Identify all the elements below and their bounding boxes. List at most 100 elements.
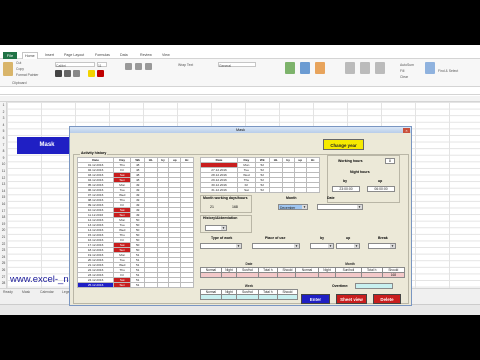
table-cell[interactable] bbox=[144, 282, 158, 288]
row-number[interactable]: 24 bbox=[0, 254, 7, 261]
history-table-left[interactable]: Date Day Wk HL by up Hr. 01.12.2016 Thu 48 02.12.2… bbox=[76, 157, 194, 288]
font-color-icon[interactable] bbox=[97, 70, 104, 77]
file-tab[interactable]: File bbox=[3, 52, 17, 59]
row-number[interactable]: 5 bbox=[0, 128, 7, 135]
row-number[interactable]: 27 bbox=[0, 274, 7, 281]
row-number[interactable]: 20 bbox=[0, 227, 7, 234]
type-of-work-select[interactable]: ▼ bbox=[200, 243, 242, 249]
by-select[interactable]: ▼ bbox=[310, 243, 334, 249]
table-cell[interactable] bbox=[293, 187, 307, 193]
align-bottom-icon[interactable] bbox=[145, 63, 152, 70]
align-middle-icon[interactable] bbox=[135, 63, 142, 70]
history-table-right[interactable]: Date Day Wk HL by up Hr. Mon 52 27.12.2016 Tue 52 28… bbox=[199, 157, 321, 193]
night-by-field[interactable]: 23:00:00 bbox=[332, 186, 360, 192]
sheet-tab-mask[interactable]: Mask bbox=[22, 290, 30, 294]
fill-color-icon[interactable] bbox=[88, 70, 95, 77]
history-abbreviation-select[interactable]: ▼ bbox=[205, 225, 227, 231]
wrap-text-button[interactable]: Wrap Text bbox=[178, 63, 193, 67]
align-top-icon[interactable] bbox=[125, 63, 132, 70]
row-number[interactable]: 1 bbox=[0, 102, 7, 109]
tab-insert[interactable]: Insert bbox=[45, 52, 54, 59]
find-select-button[interactable]: Find & Select bbox=[438, 69, 458, 73]
working-hours-field[interactable]: 8 bbox=[385, 158, 395, 164]
table-cell[interactable]: 51 bbox=[130, 282, 146, 288]
autosum-button[interactable]: AutoSum bbox=[400, 63, 414, 67]
enter-button[interactable]: Enter bbox=[301, 294, 330, 304]
row-number[interactable]: 21 bbox=[0, 234, 7, 241]
row-number[interactable]: 7 bbox=[0, 142, 7, 149]
row-number[interactable]: 25 bbox=[0, 260, 7, 267]
table-cell[interactable] bbox=[180, 282, 194, 288]
row-number[interactable]: 9 bbox=[0, 155, 7, 162]
delete-cells-icon[interactable] bbox=[360, 62, 370, 74]
tab-page-layout[interactable]: Page Layout bbox=[64, 52, 84, 59]
row-number[interactable]: 12 bbox=[0, 175, 7, 182]
row-number[interactable]: 6 bbox=[0, 135, 7, 142]
tab-data[interactable]: Data bbox=[120, 52, 128, 59]
table-cell[interactable] bbox=[305, 187, 321, 193]
table-cell[interactable]: 25.12.2016 bbox=[76, 282, 115, 288]
row-number[interactable]: 8 bbox=[0, 148, 7, 155]
row-number[interactable]: 28 bbox=[0, 280, 7, 287]
row-number[interactable]: 22 bbox=[0, 241, 7, 248]
up-select[interactable]: ▼ bbox=[336, 243, 360, 249]
font-size-box[interactable]: 11 bbox=[97, 62, 107, 68]
sheet-tab-calendar[interactable]: Calendar bbox=[40, 290, 54, 294]
paste-icon[interactable] bbox=[3, 62, 13, 76]
bold-icon[interactable] bbox=[55, 70, 62, 77]
tab-home[interactable]: Home bbox=[22, 52, 38, 59]
cut-button[interactable]: Cut bbox=[16, 61, 21, 65]
row-number[interactable]: 23 bbox=[0, 247, 7, 254]
row-number[interactable]: 15 bbox=[0, 194, 7, 201]
tab-view[interactable]: View bbox=[162, 52, 170, 59]
formula-bar[interactable] bbox=[0, 88, 480, 95]
format-cells-icon[interactable] bbox=[375, 62, 385, 74]
insert-cells-icon[interactable] bbox=[345, 62, 355, 74]
tab-review[interactable]: Review bbox=[140, 52, 152, 59]
row-number[interactable]: 17 bbox=[0, 208, 7, 215]
format-as-table-icon[interactable] bbox=[300, 62, 310, 74]
copy-button[interactable]: Copy bbox=[16, 67, 24, 71]
underline-icon[interactable] bbox=[73, 70, 80, 77]
row-number[interactable]: 3 bbox=[0, 115, 7, 122]
break-select[interactable]: ▼ bbox=[368, 243, 396, 249]
sheet-view-button[interactable]: Sheet view bbox=[336, 294, 367, 304]
table-row[interactable]: 31.12.2016 Sat 52 bbox=[199, 187, 321, 193]
row-number[interactable]: 16 bbox=[0, 201, 7, 208]
number-format-box[interactable]: General bbox=[218, 62, 256, 68]
fill-button[interactable]: Fill bbox=[400, 69, 404, 73]
night-up-field[interactable]: 06:00:00 bbox=[367, 186, 395, 192]
table-cell[interactable] bbox=[156, 282, 170, 288]
mask-cell[interactable]: Mask bbox=[17, 137, 77, 154]
row-number[interactable]: 14 bbox=[0, 188, 7, 195]
cell-styles-icon[interactable] bbox=[315, 62, 325, 74]
table-cell[interactable]: 31.12.2016 bbox=[199, 187, 239, 193]
close-icon[interactable]: × bbox=[403, 127, 410, 133]
change-year-button[interactable]: Change year bbox=[323, 139, 364, 150]
table-cell[interactable]: Sat bbox=[237, 187, 256, 193]
table-cell[interactable] bbox=[268, 187, 283, 193]
clear-button[interactable]: Clear bbox=[400, 75, 408, 79]
month-select[interactable]: December ▼ bbox=[278, 204, 308, 210]
table-cell[interactable] bbox=[281, 187, 295, 193]
table-row[interactable]: 25.12.2016 Sun 51 bbox=[76, 282, 194, 288]
row-number[interactable]: 2 bbox=[0, 109, 7, 116]
sort-filter-icon[interactable] bbox=[425, 62, 435, 74]
row-number[interactable]: 26 bbox=[0, 267, 7, 274]
font-name-box[interactable]: Calibri bbox=[55, 62, 95, 68]
delete-button[interactable]: Delete bbox=[373, 294, 401, 304]
row-number[interactable]: 13 bbox=[0, 181, 7, 188]
conditional-formatting-icon[interactable] bbox=[285, 62, 295, 74]
place-of-use-select[interactable]: ▼ bbox=[252, 243, 300, 249]
format-painter-button[interactable]: Format Painter bbox=[16, 73, 38, 77]
table-cell[interactable]: 52 bbox=[254, 187, 270, 193]
row-number[interactable]: 11 bbox=[0, 168, 7, 175]
table-cell[interactable]: Sun bbox=[113, 282, 132, 288]
row-number[interactable]: 4 bbox=[0, 122, 7, 129]
row-number[interactable]: 19 bbox=[0, 221, 7, 228]
italic-icon[interactable] bbox=[64, 70, 71, 77]
row-number[interactable]: 10 bbox=[0, 161, 7, 168]
table-cell[interactable] bbox=[168, 282, 182, 288]
tab-formulas[interactable]: Formulas bbox=[95, 52, 110, 59]
row-number[interactable]: 18 bbox=[0, 214, 7, 221]
